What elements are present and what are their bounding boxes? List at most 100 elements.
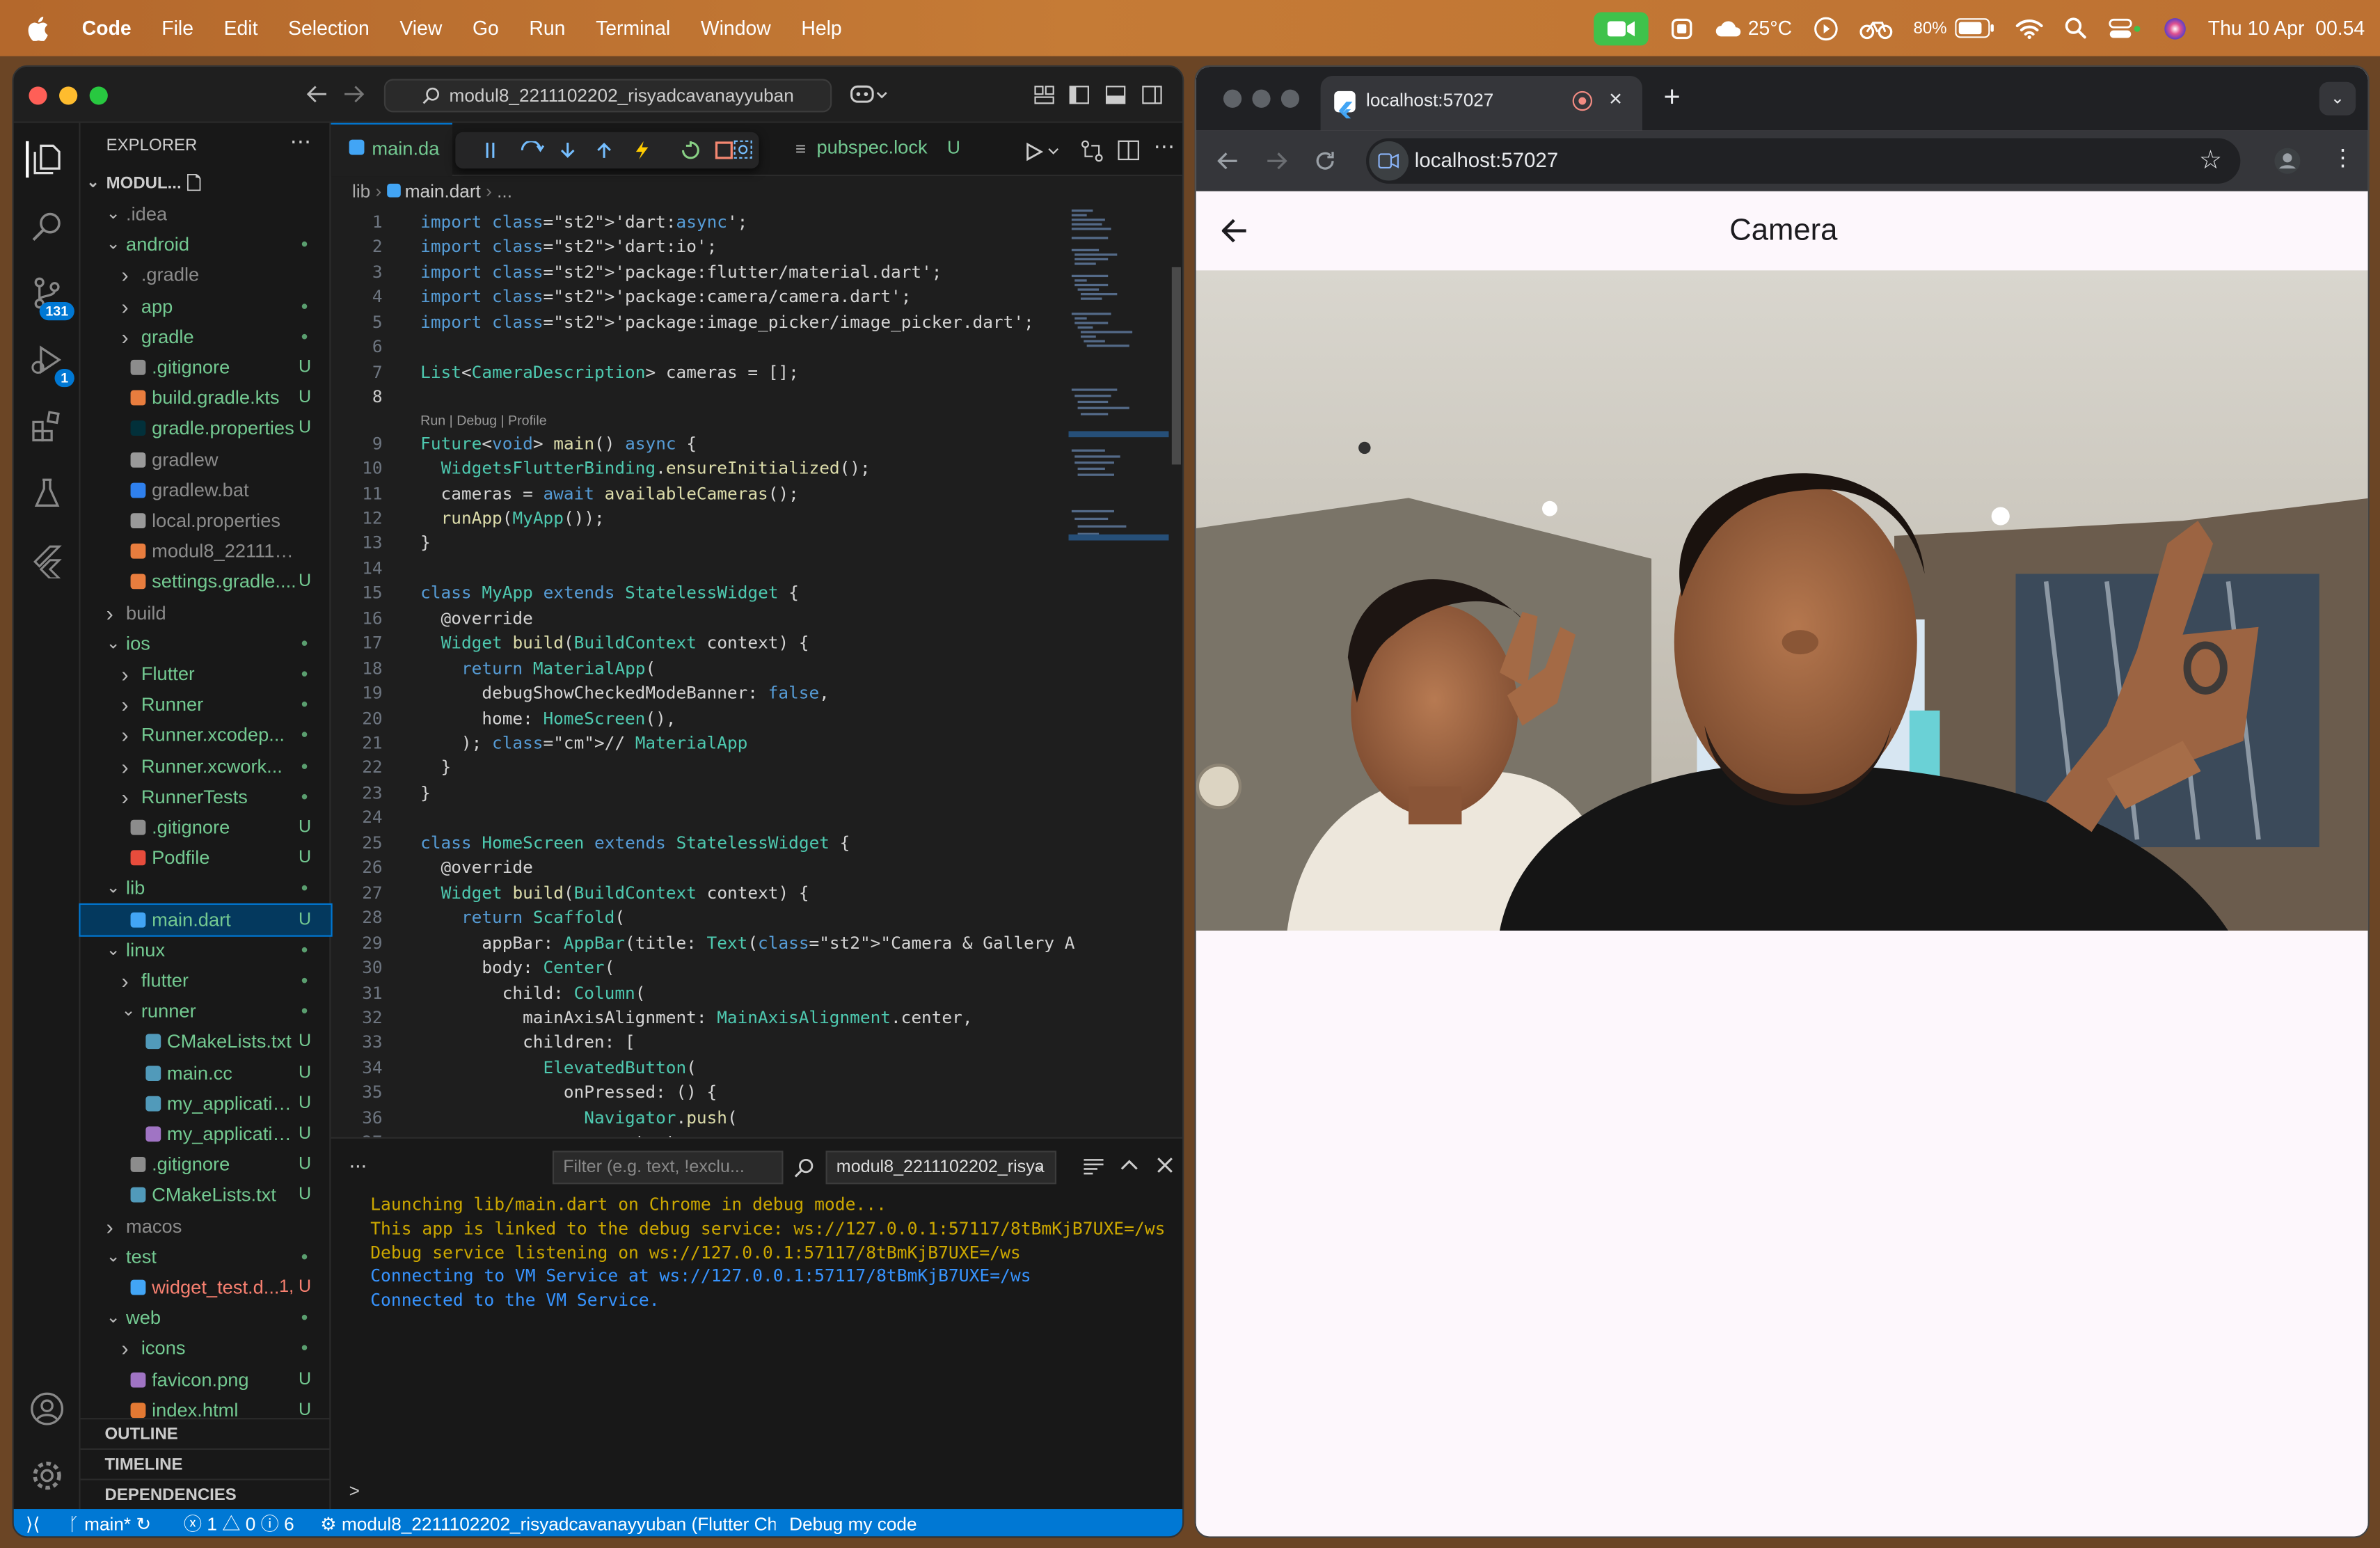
tree-item[interactable]: › app ● [81, 291, 331, 322]
tree-item[interactable]: .gitignore U [81, 812, 331, 843]
tree-item[interactable]: › gradle ● [81, 322, 331, 352]
timeline-section[interactable]: TIMELINE [80, 1448, 331, 1479]
tree-item[interactable]: main.dart U [79, 902, 333, 936]
tab-pubspec-lock[interactable]: ≡ pubspec.lock U [795, 123, 978, 176]
extensions-icon[interactable] [29, 409, 65, 445]
close-tab-icon[interactable]: × [1609, 76, 1622, 125]
search-icon[interactable] [2064, 17, 2087, 40]
tree-item[interactable]: my_applicatio... U [81, 1088, 331, 1119]
video-camera-icon[interactable] [1593, 11, 1648, 45]
menu-help[interactable]: Help [786, 17, 857, 40]
forward-arrow-icon[interactable] [1266, 152, 1287, 170]
tree-item[interactable]: modul8_2211102202... [81, 536, 331, 567]
zoom-window-button[interactable] [89, 86, 108, 105]
inspect-widget-icon[interactable] [733, 140, 752, 159]
minimize-window-button[interactable] [59, 86, 78, 105]
tree-item[interactable]: ⌄ lib ● [81, 874, 331, 904]
siri-icon[interactable] [2162, 16, 2187, 40]
run-debug-menu-icon[interactable] [1026, 141, 1059, 161]
copilot-icon[interactable] [848, 82, 888, 106]
code-editor[interactable]: 1 import class="st2">'dart:async'; 2 import… [331, 207, 1074, 1148]
site-info-icon[interactable] [1369, 141, 1409, 181]
debug-target[interactable]: ⚙ modul8_2211102202_risyadcavanayyuban (… [320, 1509, 775, 1536]
tree-item[interactable]: .gitignore U [81, 352, 331, 383]
menu-window[interactable]: Window [685, 17, 786, 40]
tree-item[interactable]: my_applicatio... U [81, 1119, 331, 1149]
tree-item[interactable]: › build [81, 597, 331, 628]
debug-session-select[interactable]: modul8_2211102202_risya ⌄ [825, 1151, 1057, 1185]
tree-item[interactable]: .gitignore U [81, 1150, 331, 1180]
more-actions-icon[interactable]: ⋯ [1154, 134, 1175, 159]
clear-console-icon[interactable] [1084, 1158, 1104, 1175]
tree-item[interactable]: gradlew [81, 444, 331, 475]
minimap[interactable] [1068, 207, 1183, 586]
forward-arrow-icon[interactable] [343, 85, 365, 103]
tree-item[interactable]: › Runner ● [81, 690, 331, 720]
tab-search-icon[interactable]: ⌄ [2319, 81, 2356, 116]
tree-item[interactable]: › icons ● [81, 1334, 331, 1364]
battery-widget[interactable]: 80% [1914, 18, 1994, 38]
chrome-menu-icon[interactable]: ⋮ [2331, 144, 2354, 171]
panel-more-icon[interactable]: ... [349, 1148, 367, 1172]
bookmark-star-icon[interactable]: ☆ [2199, 138, 2222, 183]
split-editor-icon[interactable] [1117, 140, 1140, 161]
explorer-root[interactable]: ⌄ MODUL... 🗋 [81, 168, 331, 199]
git-branch[interactable]: ᚴ main* ↻ [68, 1509, 151, 1536]
breadcrumb-file[interactable]: main.dart [405, 181, 481, 203]
testing-icon[interactable] [29, 475, 65, 512]
tree-item[interactable]: gradlew.bat [81, 475, 331, 505]
toggle-secondary-sidebar-icon[interactable] [1141, 85, 1163, 104]
menu-go[interactable]: Go [457, 17, 514, 40]
menu-edit[interactable]: Edit [209, 17, 273, 40]
search-icon[interactable] [29, 208, 65, 244]
tree-item[interactable]: ⌄ android ● [81, 230, 331, 260]
menu-terminal[interactable]: Terminal [580, 17, 685, 40]
new-file-icon[interactable]: 🗋 [187, 168, 209, 199]
console-prompt[interactable]: > [349, 1480, 360, 1502]
browser-tab[interactable]: localhost:57027 × [1320, 76, 1642, 131]
close-panel-icon[interactable] [1157, 1157, 1173, 1174]
customize-layout-icon[interactable] [1033, 85, 1055, 104]
clock[interactable]: Thu 10 Apr 00.54 [2208, 17, 2365, 40]
back-arrow-icon[interactable] [306, 85, 328, 103]
menu-view[interactable]: View [385, 17, 458, 40]
bicycle-icon[interactable] [1859, 17, 1892, 39]
breadcrumb-more[interactable]: ... [497, 181, 512, 203]
account-icon[interactable] [29, 1391, 65, 1427]
menu-run[interactable]: Run [514, 17, 581, 40]
control-center-icon[interactable] [2108, 17, 2141, 39]
menu-file[interactable]: File [146, 17, 208, 40]
breadcrumb-folder[interactable]: lib [352, 181, 370, 203]
tab-main-dart[interactable]: main.da [331, 123, 452, 177]
more-actions-icon[interactable]: ⋯ [290, 129, 312, 155]
tree-item[interactable]: › .gradle [81, 260, 331, 291]
console-filter-input[interactable]: Filter (e.g. text, !exclu... [552, 1151, 784, 1185]
new-tab-icon[interactable]: + [1664, 82, 1681, 116]
tree-item[interactable]: ⌄ runner ● [81, 996, 331, 1027]
profile-icon[interactable] [2274, 148, 2301, 175]
wifi-icon[interactable] [2015, 17, 2042, 39]
tree-item[interactable]: › Runner.xcodep... ● [81, 720, 331, 751]
tree-item[interactable]: gradle.properties U [81, 413, 331, 444]
tree-item[interactable]: › RunnerTests ● [81, 782, 331, 812]
address-bar[interactable]: localhost:57027 ☆ [1366, 138, 2241, 184]
menu-selection[interactable]: Selection [273, 17, 384, 40]
tree-item[interactable]: › Runner.xcwork... ● [81, 751, 331, 782]
dependencies-section[interactable]: DEPENDENCIES [80, 1478, 331, 1509]
gear-icon[interactable] [29, 1458, 65, 1494]
minimize-window-button[interactable] [1252, 89, 1271, 108]
explorer-icon[interactable] [26, 141, 62, 178]
command-center[interactable]: modul8_2211102202_risyadcavanayyuban [383, 79, 832, 113]
flutter-icon[interactable] [29, 542, 65, 580]
tree-item[interactable]: ⌄ web ● [81, 1303, 331, 1334]
play-icon[interactable] [1814, 16, 1838, 40]
tree-item[interactable]: ⌄ linux ● [81, 935, 331, 965]
tree-item[interactable]: ⌄ test ● [81, 1242, 331, 1272]
stage-manager-icon[interactable] [1669, 16, 1693, 40]
tree-item[interactable]: CMakeLists.txt U [81, 1027, 331, 1057]
problems-indicator[interactable]: ⓧ 1 △ 0 ⓘ 6 [184, 1509, 294, 1536]
back-arrow-icon[interactable] [1217, 152, 1239, 170]
tree-item[interactable]: › flutter ● [81, 965, 331, 996]
reload-icon[interactable] [1315, 150, 1336, 172]
run-debug-icon[interactable]: 1 [29, 342, 74, 388]
